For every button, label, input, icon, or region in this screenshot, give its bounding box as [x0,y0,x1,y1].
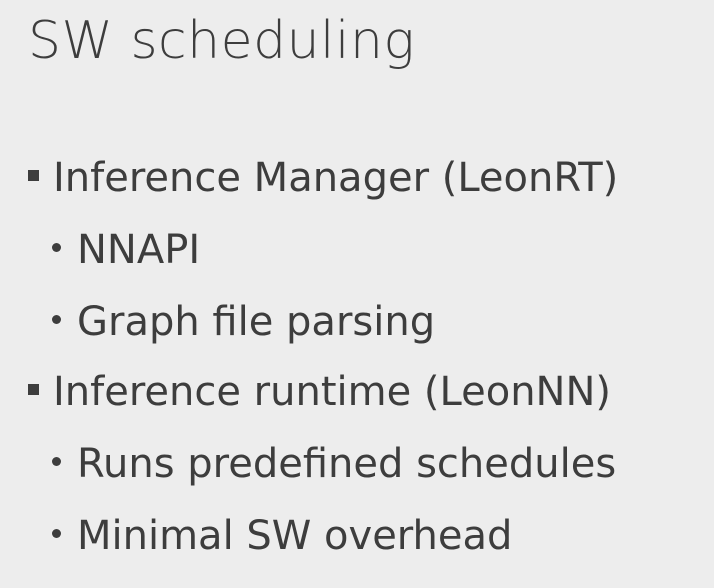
round-bullet-icon [52,314,61,324]
square-bullet-icon [28,383,39,395]
bullet-item: Inference Manager (LeonRT) [28,152,619,201]
round-bullet-icon [52,528,61,538]
sub-bullet-item: Runs predefined schedules [52,438,617,487]
bullet-text: Inference Manager (LeonRT) [53,155,619,201]
sub-bullet-text: Runs predefined schedules [77,441,617,487]
sub-bullet-item: Minimal SW overhead [52,510,513,559]
round-bullet-icon [52,242,61,252]
square-bullet-icon [28,169,39,181]
bullet-item: Inference runtime (LeonNN) [28,366,611,415]
sub-bullet-text: NNAPI [77,227,201,273]
sub-bullet-text: Minimal SW overhead [77,513,513,559]
sub-bullet-item: Graph file parsing [52,296,436,345]
slide-title: SW scheduling [28,11,416,71]
sub-bullet-item: NNAPI [52,224,201,273]
bullet-text: Inference runtime (LeonNN) [53,369,611,415]
sub-bullet-text: Graph file parsing [77,299,436,345]
round-bullet-icon [52,456,61,466]
slide: SW scheduling Inference Manager (LeonRT)… [0,0,714,588]
